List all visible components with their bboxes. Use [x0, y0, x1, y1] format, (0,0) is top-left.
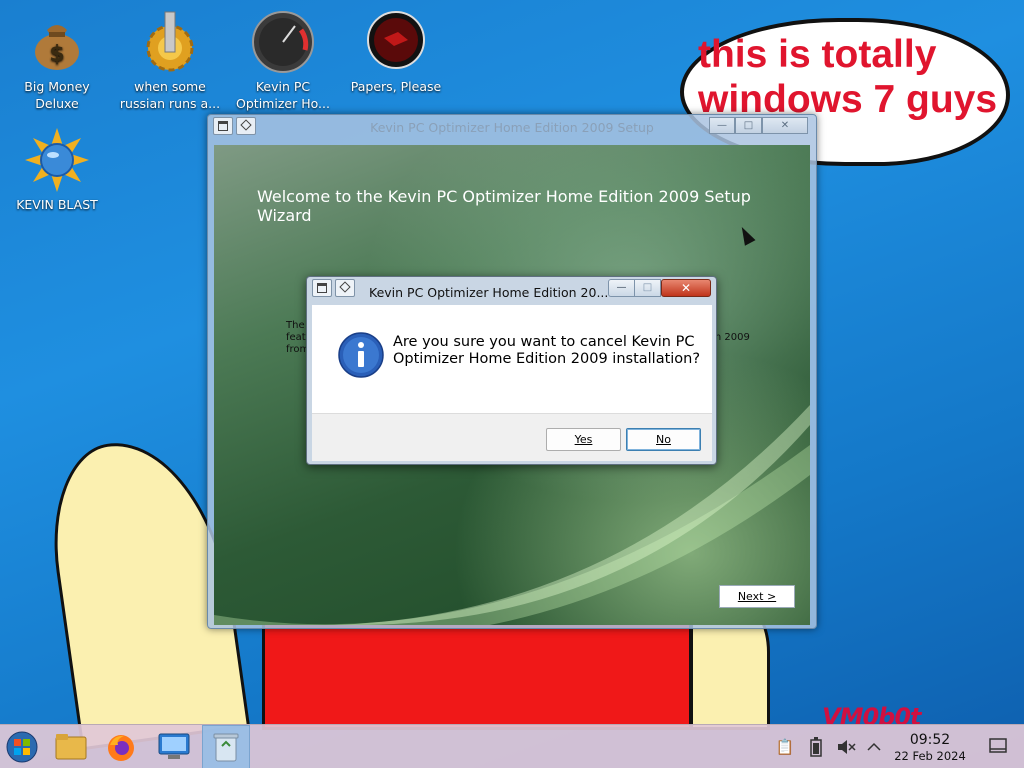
window-menu-button[interactable]	[213, 117, 233, 135]
recycle-bin-icon	[213, 733, 239, 762]
dialog-button-bar: Yes No	[312, 413, 712, 461]
setup-window-title: Kevin PC Optimizer Home Edition 2009 Set…	[370, 120, 654, 135]
show-desktop-icon[interactable]	[988, 737, 1008, 757]
taskbar: 📋 09:52 22 Feb 2024	[0, 724, 1024, 768]
globe-sun-icon	[25, 128, 89, 192]
money-bag-icon: $	[25, 10, 89, 74]
no-button[interactable]: No	[626, 428, 701, 451]
file-manager-icon	[55, 734, 87, 760]
speedometer-icon	[251, 10, 315, 74]
firefox-icon	[108, 735, 134, 761]
dialog-window-menu-button[interactable]	[312, 279, 332, 297]
desktop-icon-label: Papers, Please	[350, 79, 442, 94]
dialog-title: Kevin PC Optimizer Home Edition 20...	[369, 285, 609, 300]
speech-bubble-text: this is totally windows 7 guys	[698, 33, 998, 121]
desktop-icon-big-money-deluxe[interactable]: $ Big Money Deluxe	[2, 10, 112, 112]
svg-text:$: $	[49, 42, 64, 67]
taskbar-system-monitor[interactable]	[150, 725, 198, 768]
dialog-keep-above-button[interactable]	[335, 279, 355, 297]
clipboard-icon[interactable]: 📋	[775, 737, 795, 757]
setup-maximize-button[interactable]: □	[735, 117, 762, 134]
taskbar-recycle-bin[interactable]	[202, 725, 250, 768]
next-button[interactable]: Next >	[719, 585, 795, 608]
desktop-icon-russian[interactable]: when some russian runs a...	[115, 10, 225, 112]
setup-welcome-heading: Welcome to the Kevin PC Optimizer Home E…	[257, 187, 751, 225]
desktop-icon-label: when some russian runs a...	[119, 79, 221, 111]
cancel-confirm-dialog: Kevin PC Optimizer Home Edition 20... — …	[306, 276, 717, 465]
clock-date[interactable]: 22 Feb 2024	[880, 749, 980, 763]
desktop-icon-kevin-blast[interactable]: KEVIN BLAST	[2, 128, 112, 213]
info-icon	[338, 332, 384, 382]
desktop-icon-label: Kevin PC Optimizer Ho...	[236, 79, 330, 111]
start-button[interactable]	[0, 725, 48, 768]
battery-icon[interactable]	[806, 737, 826, 757]
start-orb-icon	[6, 731, 38, 763]
gears-icon	[138, 10, 202, 74]
keep-above-button[interactable]	[236, 117, 256, 135]
taskbar-firefox[interactable]	[98, 725, 146, 768]
setup-close-button[interactable]: ✕	[762, 117, 808, 134]
setup-minimize-button[interactable]: —	[709, 117, 735, 134]
desktop-icon-label: KEVIN BLAST	[16, 197, 98, 212]
system-monitor-icon	[158, 733, 190, 759]
yes-button[interactable]: Yes	[546, 428, 621, 451]
papers-please-icon	[364, 10, 428, 74]
dialog-minimize-button[interactable]: —	[608, 279, 635, 297]
wallpaper-drawing-body	[262, 612, 692, 730]
dialog-close-button[interactable]: ✕	[661, 279, 711, 297]
volume-muted-icon[interactable]	[836, 737, 856, 757]
setup-window-titlebar[interactable]: Kevin PC Optimizer Home Edition 2009 Set…	[208, 115, 816, 139]
dialog-maximize-button[interactable]: □	[635, 279, 661, 297]
desktop-icon-papers-please[interactable]: Papers, Please	[341, 10, 451, 95]
taskbar-file-manager[interactable]	[47, 725, 95, 768]
desktop-icon-kevin-pc-optimizer[interactable]: Kevin PC Optimizer Ho...	[228, 10, 338, 112]
dialog-message-area: Are you sure you want to cancel Kevin PC…	[312, 305, 712, 413]
dialog-message: Are you sure you want to cancel Kevin PC…	[393, 334, 701, 367]
clock-time[interactable]: 09:52	[880, 732, 980, 748]
desktop-icon-label: Big Money Deluxe	[24, 79, 90, 111]
